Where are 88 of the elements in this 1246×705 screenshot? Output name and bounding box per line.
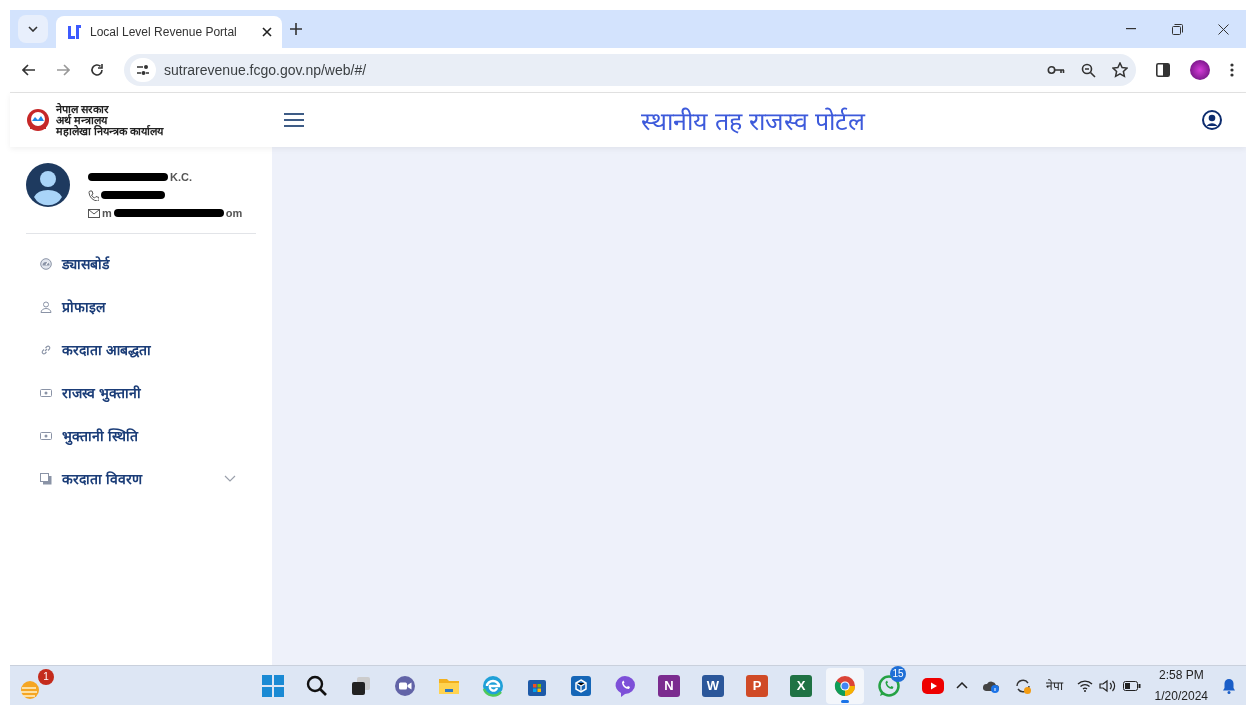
app-letter-tile: P <box>746 674 768 697</box>
organization-name-line: नेपाल सरकार <box>56 103 111 115</box>
sidebar-menu-item[interactable]: करदाता आबद्धता <box>26 328 256 371</box>
back-button[interactable] <box>22 64 36 76</box>
user-name: K.C. <box>170 171 192 183</box>
phone-bubble-icon <box>613 673 637 698</box>
close-tab-button[interactable] <box>262 27 272 37</box>
sidebar-menu-item[interactable]: ड्यासबोर्ड <box>26 242 256 285</box>
redaction-mark <box>101 191 165 199</box>
close-icon <box>262 27 272 37</box>
organization-name-line: महालेखा नियन्त्रक कार्यालय <box>56 125 164 137</box>
tab-list-button[interactable] <box>18 15 48 43</box>
windows-logo-icon <box>261 673 285 698</box>
bookmark-button[interactable] <box>1112 62 1128 78</box>
stacked-squares-icon <box>40 472 52 485</box>
notification-badge: 15 <box>890 665 906 682</box>
forward-button[interactable] <box>56 64 70 76</box>
taskbar-app-button[interactable]: 15 <box>870 667 908 704</box>
taskbar-app-button[interactable]: W <box>694 667 732 704</box>
language-indicator[interactable]: नेपा <box>1045 677 1063 694</box>
speaker-icon <box>1098 678 1117 693</box>
chevron-up-icon <box>955 682 968 689</box>
portal-title: स्थानीय तह राजस्व पोर्टल <box>640 106 867 137</box>
search-icon <box>305 673 329 698</box>
avatar-icon <box>26 163 70 207</box>
account-button[interactable] <box>1202 110 1222 130</box>
sliders-icon <box>136 65 150 75</box>
emblem-icon <box>26 108 50 132</box>
user-email-start: m <box>102 207 112 219</box>
minimize-icon <box>1126 28 1136 30</box>
site-settings-button[interactable] <box>130 58 156 82</box>
key-icon <box>1047 65 1065 75</box>
browser-swirl-icon <box>481 673 505 698</box>
clock-button[interactable]: 2:58 PM 1/20/2024 <box>1154 667 1208 704</box>
menu-icon <box>284 112 304 128</box>
gauge-icon <box>40 257 52 270</box>
link-icon <box>40 343 52 356</box>
show-hidden-icons-button[interactable] <box>955 682 968 689</box>
taskbar-app-button[interactable]: X <box>782 667 820 704</box>
sidebar-menu-item[interactable]: भुक्तानी स्थिति <box>26 414 256 457</box>
phone-icon <box>88 189 99 201</box>
more-vertical-icon <box>1230 63 1234 77</box>
person-icon <box>40 300 52 313</box>
weather-button[interactable]: 1 <box>18 668 54 703</box>
cube-app-icon <box>569 673 593 698</box>
site-logo-icon <box>66 24 82 40</box>
network-sound-battery-button[interactable] <box>1076 678 1141 693</box>
app-letter-tile: X <box>790 674 812 697</box>
taskbar-app-button[interactable]: P <box>738 667 776 704</box>
new-tab-button[interactable] <box>290 23 302 35</box>
banknote-icon <box>40 386 52 399</box>
sidebar-menu-item[interactable]: राजस्व भुक्तानी <box>26 371 256 414</box>
zoom-button[interactable] <box>1081 62 1096 78</box>
battery-icon <box>1122 680 1141 691</box>
app-letter-tile: W <box>702 674 724 697</box>
forward-arrow-icon <box>56 64 70 76</box>
mail-icon <box>88 208 100 218</box>
chevron-down-icon <box>28 26 38 32</box>
wifi-icon <box>1076 679 1093 692</box>
plus-icon <box>290 23 302 35</box>
sidebar-menu-item[interactable]: प्रोफाइल <box>26 285 256 328</box>
notifications-button[interactable] <box>1222 677 1236 694</box>
bell-icon <box>1222 677 1236 694</box>
profile-avatar[interactable] <box>1190 60 1210 80</box>
chrome-logo-icon <box>833 673 857 698</box>
notification-badge: 1 <box>38 668 54 685</box>
star-icon <box>1112 62 1128 78</box>
url-text: sutrarevenue.fcgo.gov.np/web/#/ <box>164 62 368 78</box>
banknote-icon <box>40 429 52 442</box>
user-circle-icon <box>1202 110 1222 130</box>
menu-button[interactable] <box>1230 63 1234 77</box>
app-letter-tile: N <box>658 674 680 697</box>
video-chat-icon <box>393 673 417 698</box>
close-icon <box>1217 23 1229 35</box>
restore-icon <box>1171 23 1183 35</box>
password-key-button[interactable] <box>1047 65 1065 75</box>
back-arrow-icon <box>22 64 36 76</box>
zoom-out-icon <box>1081 62 1096 78</box>
browser-tab[interactable]: Local Level Revenue Portal <box>56 16 282 48</box>
organization-name-line: अर्थ मन्त्रालय <box>56 114 108 126</box>
user-email-end: om <box>225 207 243 219</box>
taskbar-app-button[interactable]: N <box>650 667 688 704</box>
reload-button[interactable] <box>90 63 104 77</box>
side-panel-button[interactable] <box>1156 63 1170 77</box>
reload-icon <box>90 63 104 77</box>
sidebar-menu-item[interactable]: करदाता विवरण <box>26 457 256 500</box>
side-panel-icon <box>1156 63 1170 77</box>
address-bar[interactable]: sutrarevenue.fcgo.gov.np/web/#/ <box>124 54 1136 86</box>
